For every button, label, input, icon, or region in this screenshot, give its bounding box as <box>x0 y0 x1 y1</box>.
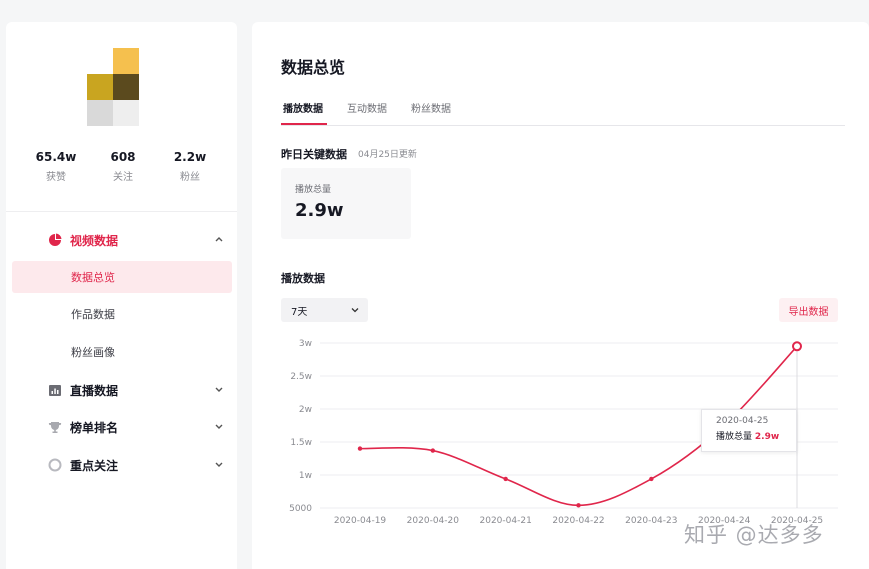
sidebar-item-label: 粉丝画像 <box>71 346 115 359</box>
sidebar-item-data-overview[interactable]: 数据总览 <box>12 261 232 293</box>
nav-group-label: 重点关注 <box>70 458 119 473</box>
sidebar-item-fan-portrait[interactable]: 粉丝画像 <box>12 336 232 368</box>
data-point <box>503 476 508 482</box>
nav-group-rankings[interactable]: 榜单排名 <box>6 412 237 442</box>
chart-tooltip: 2020-04-25 播放总量 2.9w <box>701 409 797 453</box>
circle-icon <box>48 458 62 472</box>
data-point <box>649 476 654 482</box>
trophy-icon <box>48 422 62 433</box>
stat-value: 608 <box>110 150 136 164</box>
nav-group-video-data[interactable]: 视频数据 <box>6 225 237 255</box>
data-point <box>357 446 363 451</box>
sidebar-item-label: 数据总览 <box>71 271 115 284</box>
nav-group-label: 直播数据 <box>70 383 119 398</box>
stat-value: 2.2w <box>173 150 207 164</box>
pie-chart-icon <box>49 233 62 246</box>
nav-group-label: 榜单排名 <box>70 420 119 435</box>
avatar-tile <box>113 100 139 126</box>
stat-likes: 65.4w 获赞 <box>28 150 84 183</box>
watermark: 知乎 @达多多 <box>684 523 824 547</box>
profile-stats: 65.4w 获赞 608 关注 2.2w 粉丝 <box>28 150 218 183</box>
avatar[interactable] <box>87 48 139 126</box>
y-tick-label: 3w <box>299 339 312 349</box>
stat-label: 获赞 <box>46 172 66 183</box>
sidebar-item-works-data[interactable]: 作品数据 <box>12 298 232 330</box>
sidebar-divider <box>6 211 237 212</box>
sidebar: 65.4w 获赞 608 关注 2.2w 粉丝 视频数据 数据总览 作品数据 粉… <box>6 22 237 569</box>
chevron-down-icon <box>215 462 223 467</box>
chevron-down-icon <box>215 387 223 392</box>
x-tick-label: 2020-04-23 <box>625 516 677 526</box>
stat-label: 关注 <box>113 172 133 183</box>
stat-fans: 2.2w 粉丝 <box>162 150 218 183</box>
avatar-tile <box>113 74 139 100</box>
data-point <box>576 503 581 508</box>
data-point <box>430 448 436 453</box>
avatar-tile <box>87 100 113 126</box>
chevron-down-icon <box>215 424 223 429</box>
tooltip-value: 2.9w <box>754 432 780 443</box>
stat-label: 粉丝 <box>180 172 200 183</box>
bar-chart-icon <box>49 385 61 396</box>
tooltip-label: 播放总量 <box>716 432 753 443</box>
main-panel: 数据总览 播放数据 互动数据 粉丝数据 昨日关键数据 04月25日更新 播放总量… <box>252 22 869 569</box>
x-tick-label: 2020-04-21 <box>480 516 532 526</box>
y-tick-label: 2w <box>299 405 312 415</box>
avatar-tile <box>113 48 139 74</box>
stat-value: 65.4w <box>35 150 77 164</box>
playback-line-chart: 5000 1w 1.5w 2w 2.5w 3w 2020-04-19 2020-04-20 20… <box>289 339 838 526</box>
y-tick-label: 1.5w <box>290 438 312 448</box>
sidebar-item-label: 作品数据 <box>71 308 115 321</box>
avatar-tile <box>87 74 113 100</box>
x-tick-label: 2020-04-22 <box>552 516 604 526</box>
nav-group-label: 视频数据 <box>70 233 119 248</box>
nav-group-key-follow[interactable]: 重点关注 <box>6 450 237 480</box>
y-tick-label: 5000 <box>289 504 312 514</box>
nav-group-live-data[interactable]: 直播数据 <box>6 375 237 405</box>
x-tick-label: 2020-04-19 <box>334 516 387 526</box>
highlighted-data-point <box>792 341 802 352</box>
stat-following: 608 关注 <box>95 150 151 183</box>
y-tick-label: 2.5w <box>290 372 312 382</box>
chevron-up-icon <box>215 237 223 242</box>
x-tick-label: 2020-04-20 <box>407 516 460 526</box>
tooltip-row: 播放总量 2.9w <box>716 429 782 442</box>
y-tick-label: 1w <box>299 471 312 481</box>
tooltip-date: 2020-04-25 <box>716 416 769 427</box>
